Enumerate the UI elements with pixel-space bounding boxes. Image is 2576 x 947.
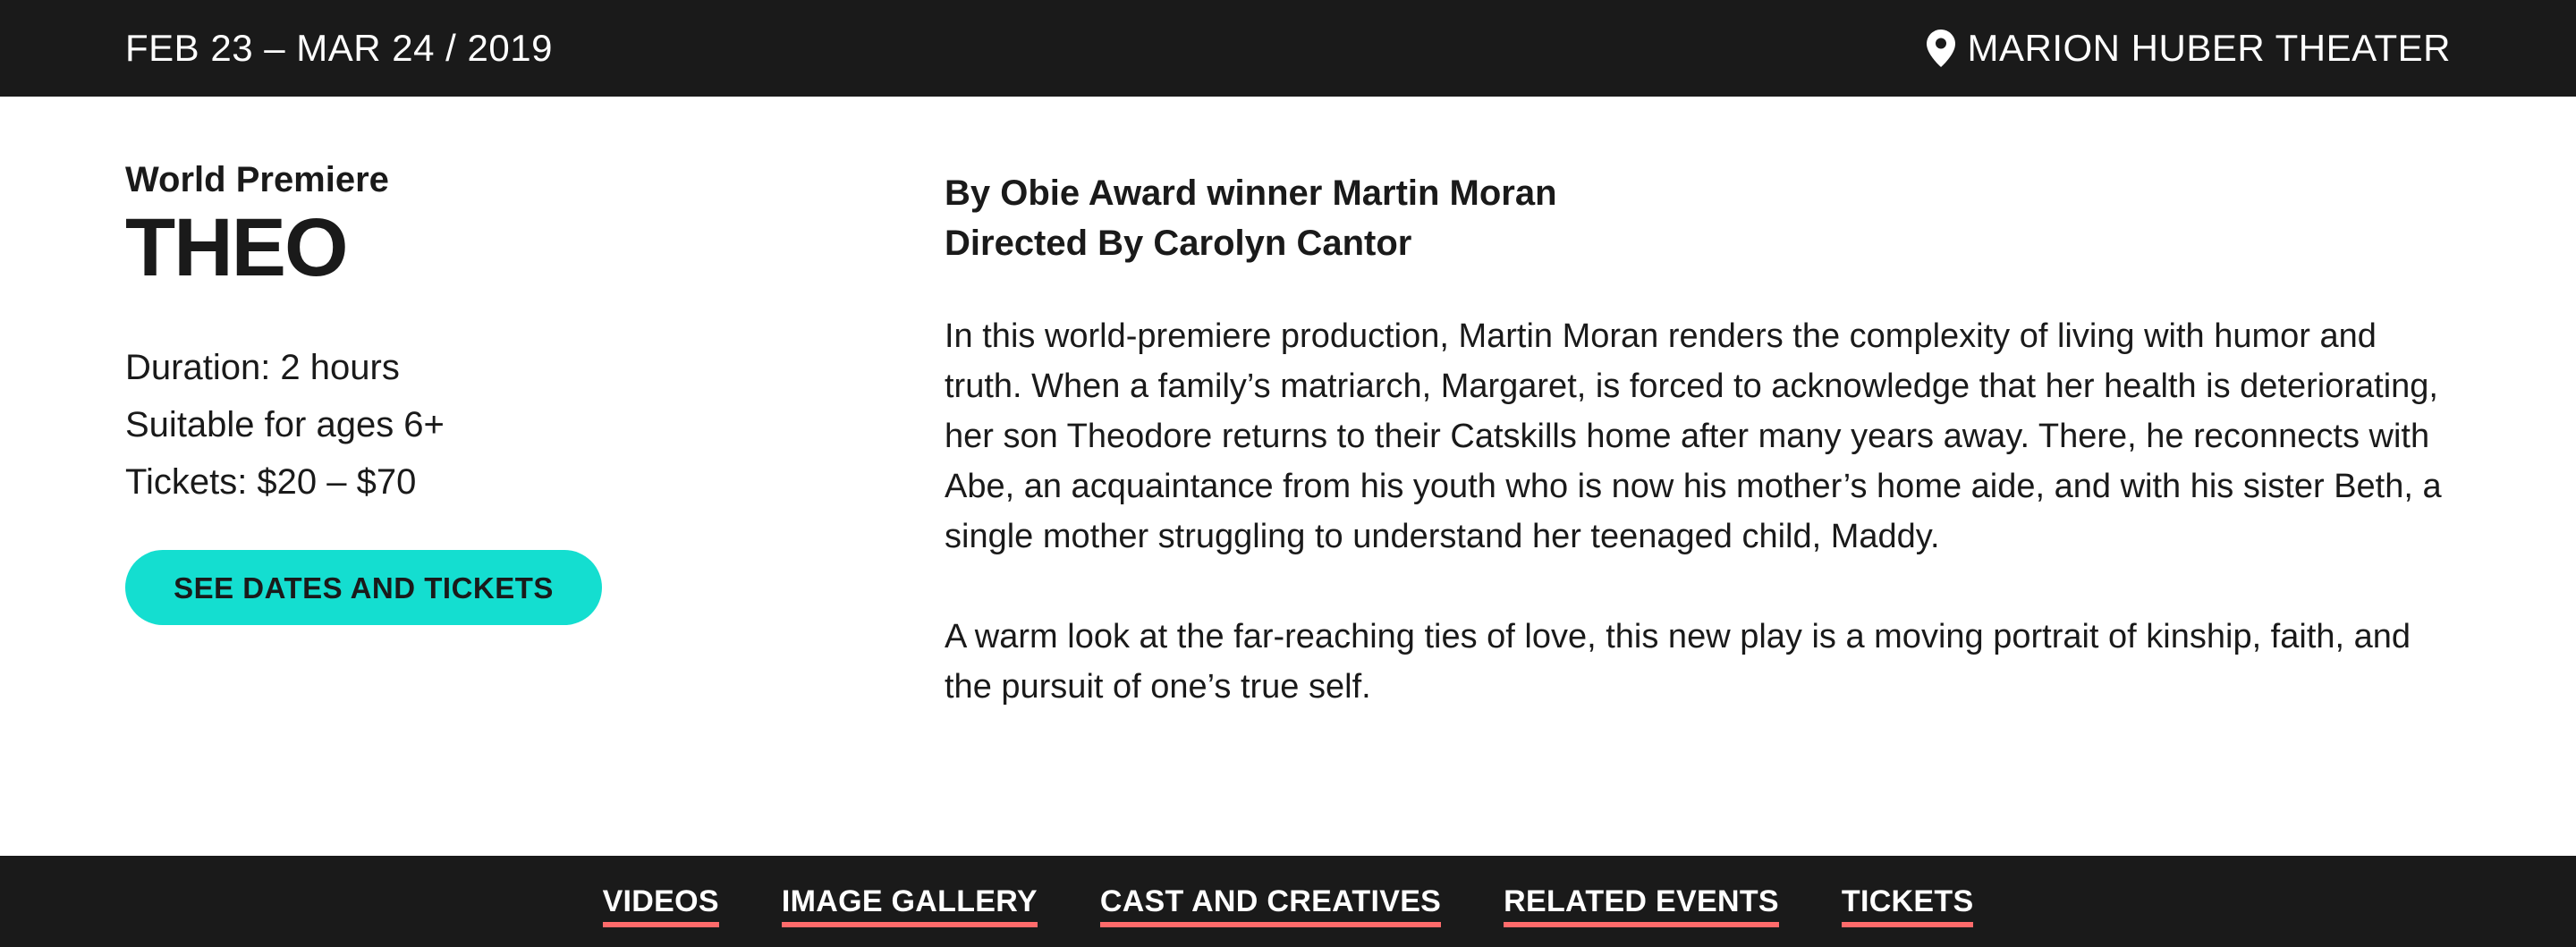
description-paragraph: In this world-premiere production, Marti… <box>945 317 2442 555</box>
fact-age-rating: Suitable for ages 6+ <box>125 405 445 444</box>
fact-ticket-price: Tickets: $20 – $70 <box>125 462 417 502</box>
nav-link-tickets[interactable]: TICKETS <box>1841 883 1974 927</box>
see-dates-and-tickets-button[interactable]: SEE DATES AND TICKETS <box>125 550 602 625</box>
event-dates: FEB 23 – MAR 24 / 2019 <box>125 27 553 69</box>
director-credit: Directed By Carolyn Cantor <box>945 224 1412 263</box>
venue-name: MARION HUBER THEATER <box>1967 27 2451 69</box>
description-paragraph: A warm look at the far-reaching ties of … <box>945 618 2411 706</box>
nav-link-videos[interactable]: VIDEOS <box>602 883 719 927</box>
section-nav: VIDEOS IMAGE GALLERY CAST AND CREATIVES … <box>0 856 2576 947</box>
show-summary: World Premiere THEO Duration: 2 hours Su… <box>125 156 823 625</box>
show-title: THEO <box>125 202 349 293</box>
show-kicker: World Premiere <box>125 160 389 199</box>
nav-link-related-events[interactable]: RELATED EVENTS <box>1504 883 1779 927</box>
event-info-bar: FEB 23 – MAR 24 / 2019 MARION HUBER THEA… <box>0 0 2576 97</box>
nav-link-image-gallery[interactable]: IMAGE GALLERY <box>781 883 1038 927</box>
map-pin-icon <box>1926 30 1955 67</box>
show-credits: By Obie Award winner Martin Moran Direct… <box>945 168 2456 268</box>
venue-info: MARION HUBER THEATER <box>1926 0 2452 97</box>
show-details: By Obie Award winner Martin Moran Direct… <box>945 168 2456 712</box>
show-facts: Duration: 2 hours Suitable for ages 6+ T… <box>125 339 823 511</box>
nav-link-cast-and-creatives[interactable]: CAST AND CREATIVES <box>1099 883 1442 927</box>
fact-duration: Duration: 2 hours <box>125 348 400 387</box>
author-credit: By Obie Award winner Martin Moran <box>945 173 1557 213</box>
